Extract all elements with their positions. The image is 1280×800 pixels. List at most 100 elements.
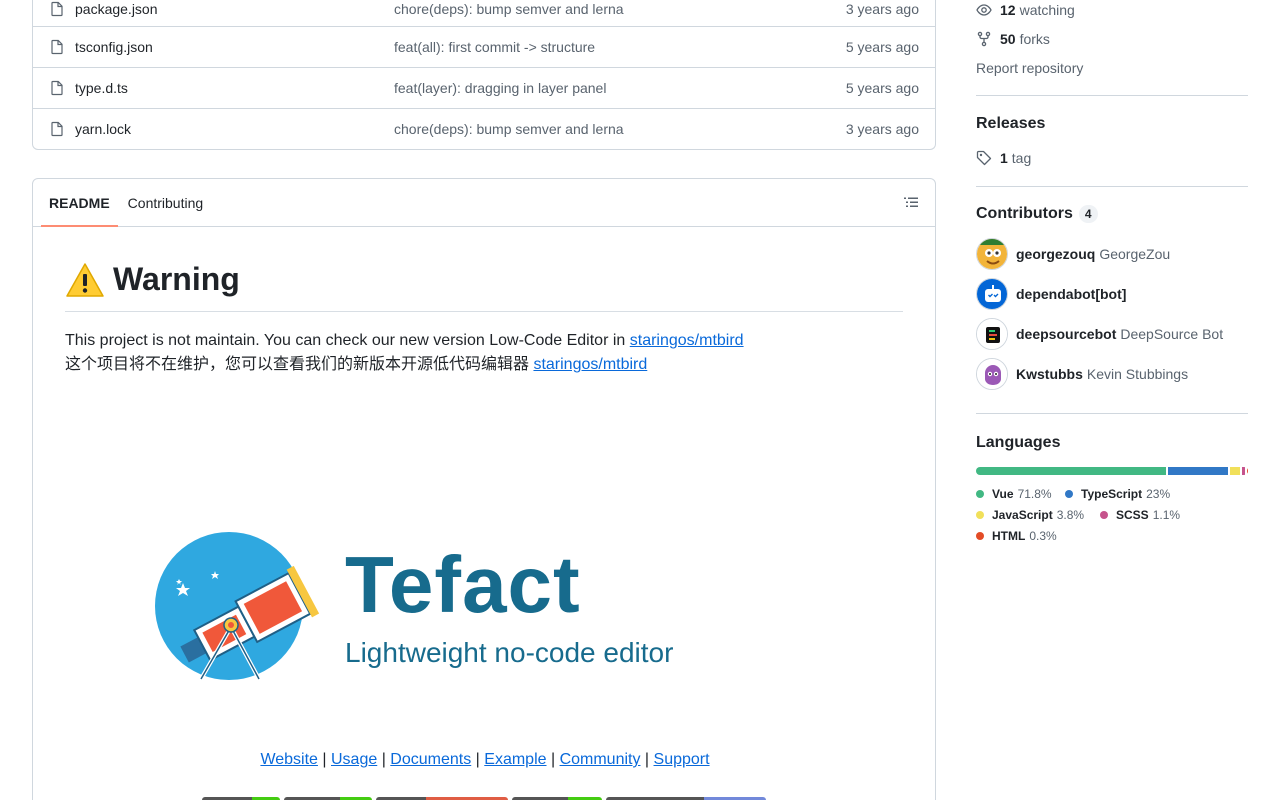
warning-line-en: This project is not maintain. You can ch… bbox=[65, 332, 630, 349]
language-dot bbox=[976, 532, 984, 540]
commit-message[interactable]: feat(layer): dragging in layer panel bbox=[394, 80, 846, 96]
mtbird-link[interactable]: staringos/mtbird bbox=[630, 332, 744, 349]
tab-contributing[interactable]: Contributing bbox=[120, 179, 212, 226]
file-icon bbox=[51, 80, 63, 96]
watching-label: watching bbox=[1019, 2, 1075, 18]
commit-age: 5 years ago bbox=[845, 39, 919, 55]
warning-text: This project is not maintain. You can ch… bbox=[65, 329, 744, 377]
language-name: TypeScript bbox=[1081, 487, 1143, 501]
commit-age: 3 years ago bbox=[845, 1, 919, 17]
contributor-item[interactable]: Kwstubbs Kevin Stubbings bbox=[976, 358, 1188, 390]
sidebar-divider bbox=[976, 413, 1248, 414]
language-percent: 23% bbox=[1146, 487, 1171, 501]
language-name: SCSS bbox=[1116, 508, 1149, 522]
fork-icon bbox=[977, 31, 991, 47]
outline-list-icon[interactable] bbox=[903, 195, 919, 211]
logo-subtitle: Lightweight no-code editor bbox=[345, 637, 674, 668]
link-separator: | bbox=[546, 751, 560, 768]
language-dot bbox=[976, 511, 984, 519]
file-name[interactable]: tsconfig.json bbox=[75, 39, 394, 55]
file-icon bbox=[51, 1, 63, 17]
language-name: HTML bbox=[992, 529, 1026, 543]
contributor-login: dependabot[bot] bbox=[1016, 286, 1127, 302]
mtbird-link-zh[interactable]: staringos/mtbird bbox=[533, 356, 647, 373]
commit-message[interactable]: chore(deps): bump semver and lerna bbox=[394, 121, 846, 137]
language-dot bbox=[976, 490, 984, 498]
languages-bar bbox=[976, 467, 1248, 475]
language-name: Vue bbox=[992, 487, 1014, 501]
contributor-login: Kwstubbs bbox=[1016, 366, 1083, 382]
contributor-item[interactable]: deepsourcebot DeepSource Bot bbox=[976, 318, 1223, 350]
file-row[interactable]: tsconfig.json feat(all): first commit ->… bbox=[33, 26, 935, 67]
readme-links: Website | Usage | Documents | Example | … bbox=[33, 751, 935, 769]
contributors-heading[interactable]: Contributors 4 bbox=[976, 205, 1098, 223]
tags-link[interactable]: 1 tag bbox=[976, 150, 1031, 166]
avatar[interactable] bbox=[976, 278, 1008, 310]
language-percent: 3.8% bbox=[1056, 508, 1085, 522]
tab-readme[interactable]: README bbox=[41, 179, 118, 227]
file-name[interactable]: package.json bbox=[75, 1, 394, 17]
contributor-login: deepsourcebot bbox=[1016, 326, 1117, 342]
language-item[interactable]: TypeScript 23% bbox=[1065, 487, 1170, 501]
language-bar-segment bbox=[1230, 467, 1241, 475]
contributors-title[interactable]: Contributors bbox=[976, 205, 1073, 223]
avatar[interactable] bbox=[976, 238, 1008, 270]
language-name: JavaScript bbox=[992, 508, 1053, 522]
report-repository-link[interactable]: Report repository bbox=[976, 60, 1083, 76]
contributor-name: Kevin Stubbings bbox=[1086, 366, 1189, 382]
file-row[interactable]: type.d.ts feat(layer): dragging in layer… bbox=[33, 67, 935, 108]
example-link[interactable]: Example bbox=[484, 751, 546, 768]
link-separator: | bbox=[471, 751, 485, 768]
file-name[interactable]: yarn.lock bbox=[75, 121, 394, 137]
project-logo: Tefact Lightweight no-code editor bbox=[151, 529, 711, 689]
support-link[interactable]: Support bbox=[654, 751, 710, 768]
contributor-item[interactable]: dependabot[bot] bbox=[976, 278, 1130, 310]
commit-message[interactable]: chore(deps): bump semver and lerna bbox=[394, 1, 846, 17]
contributor-item[interactable]: georgezouq GeorgeZou bbox=[976, 238, 1170, 270]
documents-link[interactable]: Documents bbox=[390, 751, 471, 768]
contributor-name: DeepSource Bot bbox=[1120, 326, 1224, 342]
warning-title: Warning bbox=[113, 261, 240, 297]
language-bar-segment bbox=[1167, 467, 1229, 475]
link-separator: | bbox=[317, 751, 331, 768]
language-item[interactable]: HTML 0.3% bbox=[976, 529, 1057, 543]
tag-icon bbox=[976, 150, 992, 166]
avatar[interactable] bbox=[976, 318, 1008, 350]
language-item[interactable]: Vue 71.8% bbox=[976, 487, 1052, 501]
heading-divider bbox=[65, 311, 903, 312]
language-percent: 1.1% bbox=[1152, 508, 1181, 522]
sidebar-divider bbox=[976, 186, 1248, 187]
telescope-logo-icon bbox=[155, 532, 320, 680]
eye-icon bbox=[976, 4, 992, 16]
language-item[interactable]: JavaScript 3.8% bbox=[976, 508, 1084, 522]
readme-panel: README Contributing Warning This project… bbox=[32, 178, 936, 800]
link-separator: | bbox=[377, 751, 391, 768]
contributors-count: 4 bbox=[1078, 205, 1098, 223]
language-bar-segment bbox=[1242, 467, 1246, 475]
tags-count: 1 bbox=[1000, 150, 1008, 166]
usage-link[interactable]: Usage bbox=[331, 751, 377, 768]
file-row[interactable]: package.json chore(deps): bump semver an… bbox=[33, 0, 935, 26]
watching-count: 12 bbox=[1000, 2, 1016, 18]
releases-heading[interactable]: Releases bbox=[976, 115, 1045, 133]
warning-heading: Warning bbox=[65, 261, 240, 298]
language-bar-segment bbox=[976, 467, 1166, 475]
community-link[interactable]: Community bbox=[560, 751, 641, 768]
language-percent: 0.3% bbox=[1029, 529, 1057, 543]
contributor-name: GeorgeZou bbox=[1099, 246, 1171, 262]
avatar[interactable] bbox=[976, 358, 1008, 390]
watching-link[interactable]: 12 watching bbox=[976, 2, 1075, 18]
forks-link[interactable]: 50 forks bbox=[976, 31, 1050, 47]
file-name[interactable]: type.d.ts bbox=[75, 80, 394, 96]
sidebar-divider bbox=[976, 95, 1248, 96]
language-dot bbox=[1100, 511, 1108, 519]
warning-icon bbox=[66, 262, 104, 297]
warning-line-zh: 这个项目将不在维护，您可以查看我们的新版本开源低代码编辑器 bbox=[65, 356, 534, 373]
commit-message[interactable]: feat(all): first commit -> structure bbox=[394, 39, 846, 55]
contributor-login: georgezouq bbox=[1016, 246, 1096, 262]
website-link[interactable]: Website bbox=[260, 751, 318, 768]
forks-label: forks bbox=[1019, 31, 1050, 47]
file-row[interactable]: yarn.lock chore(deps): bump semver and l… bbox=[33, 108, 935, 149]
file-table: package.json chore(deps): bump semver an… bbox=[32, 0, 936, 150]
language-item[interactable]: SCSS 1.1% bbox=[1100, 508, 1180, 522]
